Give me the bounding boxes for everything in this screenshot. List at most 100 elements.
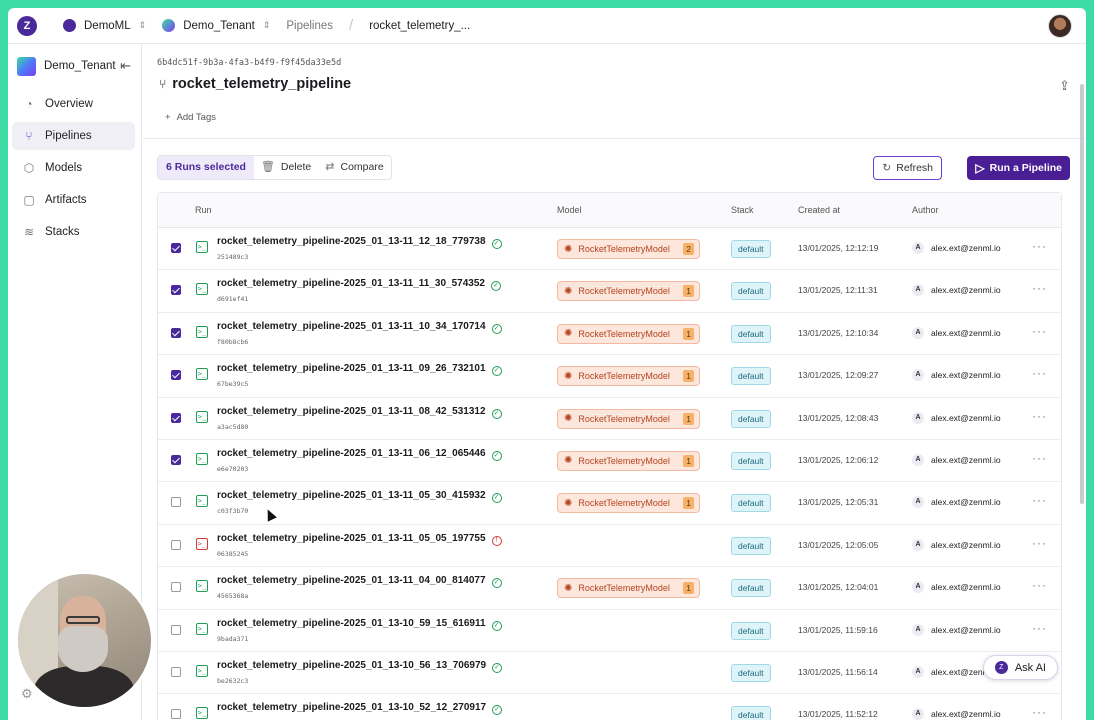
- sidebar-item-models[interactable]: ⬡ Models: [12, 154, 135, 182]
- more-options-icon[interactable]: ···: [1032, 239, 1047, 253]
- ask-ai-button[interactable]: Z Ask AI: [982, 655, 1058, 680]
- row-checkbox[interactable]: [171, 454, 181, 465]
- model-badge[interactable]: ✺ RocketTelemetryModel 2: [557, 239, 700, 259]
- table-row[interactable]: >_ rocket_telemetry_pipeline-2025_01_13-1…: [158, 270, 1061, 313]
- row-checkbox[interactable]: [171, 624, 181, 635]
- delete-button[interactable]: 🗑 Delete: [254, 156, 318, 179]
- collapse-sidebar-icon[interactable]: ⇤: [120, 58, 131, 74]
- scrollbar[interactable]: [1080, 84, 1084, 504]
- stack-badge[interactable]: default: [731, 367, 771, 386]
- more-options-icon[interactable]: ···: [1032, 281, 1047, 295]
- table-row[interactable]: >_ rocket_telemetry_pipeline-2025_01_13-1…: [158, 652, 1061, 695]
- breadcrumb-current: / rocket_telemetry_...: [349, 17, 470, 34]
- stack-badge[interactable]: default: [731, 282, 771, 301]
- author-email: alex.ext@zenml.io: [931, 539, 1001, 550]
- user-avatar[interactable]: [1048, 14, 1072, 38]
- run-name-link[interactable]: rocket_telemetry_pipeline-2025_01_13-11_…: [217, 490, 502, 504]
- sidebar-item-artifacts[interactable]: ▢ Artifacts: [12, 186, 135, 214]
- model-badge[interactable]: ✺ RocketTelemetryModel 1: [557, 578, 700, 599]
- run-name-link[interactable]: rocket_telemetry_pipeline-2025_01_13-11_…: [217, 236, 502, 249]
- more-options-icon[interactable]: ···: [1032, 578, 1047, 592]
- table-row[interactable]: >_ rocket_telemetry_pipeline-2025_01_13-1…: [158, 355, 1061, 398]
- model-badge[interactable]: ✺ RocketTelemetryModel 1: [557, 408, 700, 429]
- sidebar-item-pipelines[interactable]: ⑂ Pipelines: [12, 122, 135, 150]
- model-badge[interactable]: ✺ RocketTelemetryModel 1: [557, 323, 700, 344]
- ask-ai-label: Ask AI: [1014, 661, 1046, 674]
- column-run[interactable]: Run: [195, 205, 212, 215]
- stack-badge[interactable]: default: [731, 706, 771, 720]
- table-row[interactable]: >_ rocket_telemetry_pipeline-2025_01_13-1…: [158, 440, 1061, 483]
- column-stack[interactable]: Stack: [731, 205, 754, 215]
- more-options-icon[interactable]: ···: [1032, 705, 1047, 719]
- author: Aalex.ext@zenml.io: [912, 326, 1001, 339]
- run-name-link[interactable]: rocket_telemetry_pipeline-2025_01_13-11_…: [217, 448, 502, 461]
- more-options-icon[interactable]: ···: [1032, 324, 1047, 338]
- run-name-link[interactable]: rocket_telemetry_pipeline-2025_01_13-10_…: [217, 660, 503, 673]
- more-options-icon[interactable]: ···: [1032, 536, 1047, 550]
- run-name-link[interactable]: rocket_telemetry_pipeline-2025_01_13-11_…: [217, 406, 502, 419]
- row-checkbox[interactable]: [171, 285, 181, 296]
- add-tags-button[interactable]: + Add Tags: [165, 112, 222, 123]
- stack-badge[interactable]: default: [731, 621, 771, 640]
- column-model[interactable]: Model: [557, 205, 582, 215]
- table-row[interactable]: >_ rocket_telemetry_pipeline-2025_01_13-1…: [158, 313, 1061, 356]
- breadcrumb-section[interactable]: Pipelines: [286, 20, 333, 32]
- row-checkbox[interactable]: [171, 370, 181, 381]
- stack-badge[interactable]: default: [731, 240, 771, 258]
- overview-icon: ◔: [25, 97, 33, 111]
- table-row[interactable]: >_ rocket_telemetry_pipeline-2025_01_13-1…: [158, 694, 1061, 720]
- run-name-link[interactable]: rocket_telemetry_pipeline-2025_01_13-11_…: [217, 278, 501, 292]
- column-created-at[interactable]: Created at: [798, 205, 840, 215]
- model-badge[interactable]: ✺ RocketTelemetryModel 1: [557, 366, 700, 387]
- table-row[interactable]: >_ rocket_telemetry_pipeline-2025_01_13-1…: [158, 525, 1061, 568]
- sidebar-item-label: Models: [45, 162, 83, 174]
- table-row[interactable]: >_ rocket_telemetry_pipeline-2025_01_13-1…: [158, 567, 1061, 610]
- share-icon[interactable]: ⇪: [1059, 78, 1070, 94]
- model-badge[interactable]: ✺ RocketTelemetryModel 1: [557, 450, 700, 471]
- refresh-button[interactable]: ↻ Refresh: [873, 156, 942, 180]
- row-checkbox[interactable]: [171, 666, 181, 677]
- row-checkbox[interactable]: [171, 412, 181, 423]
- table-row[interactable]: >_ rocket_telemetry_pipeline-2025_01_13-1…: [158, 482, 1061, 525]
- more-options-icon[interactable]: ···: [1032, 451, 1047, 465]
- table-row[interactable]: >_ rocket_telemetry_pipeline-2025_01_13-1…: [158, 398, 1061, 440]
- run-name-link[interactable]: rocket_telemetry_pipeline-2025_01_13-10_…: [217, 618, 502, 631]
- stack-badge[interactable]: default: [731, 409, 771, 428]
- sidebar-item-overview[interactable]: ◔ Overview: [12, 90, 135, 118]
- row-checkbox[interactable]: [171, 709, 181, 720]
- run-name-link[interactable]: rocket_telemetry_pipeline-2025_01_13-11_…: [217, 363, 502, 377]
- model-badge[interactable]: ✺ RocketTelemetryModel 1: [557, 493, 700, 514]
- table-row[interactable]: >_ rocket_telemetry_pipeline-2025_01_13-1…: [158, 610, 1061, 652]
- more-options-icon[interactable]: ···: [1032, 621, 1047, 635]
- row-checkbox[interactable]: [171, 582, 181, 593]
- breadcrumb-tenant[interactable]: Demo_Tenant ⇕: [162, 19, 286, 32]
- model-badge[interactable]: ✺ RocketTelemetryModel 1: [557, 281, 700, 302]
- table-row[interactable]: >_ rocket_telemetry_pipeline-2025_01_13-1…: [158, 228, 1061, 271]
- compare-button[interactable]: ⇄ Compare: [318, 156, 390, 179]
- run-name-link[interactable]: rocket_telemetry_pipeline-2025_01_13-11_…: [217, 321, 502, 334]
- model-version: 1: [683, 285, 694, 298]
- row-checkbox[interactable]: [171, 327, 181, 338]
- run-name-link[interactable]: rocket_telemetry_pipeline-2025_01_13-10_…: [217, 702, 503, 716]
- row-checkbox[interactable]: [171, 497, 181, 508]
- more-options-icon[interactable]: ···: [1032, 493, 1047, 507]
- more-options-icon[interactable]: ···: [1032, 409, 1047, 423]
- more-options-icon[interactable]: ···: [1032, 366, 1047, 380]
- stack-badge[interactable]: default: [731, 536, 771, 555]
- stack-badge[interactable]: default: [731, 494, 771, 513]
- stack-badge[interactable]: default: [731, 324, 771, 343]
- run-name-link[interactable]: rocket_telemetry_pipeline-2025_01_13-11_…: [217, 533, 502, 546]
- breadcrumb-org[interactable]: DemoML ⇕: [63, 19, 162, 32]
- run-pipeline-button[interactable]: ▷ Run a Pipeline: [967, 156, 1070, 180]
- sidebar-item-stacks[interactable]: ≋ Stacks: [12, 218, 135, 246]
- stack-badge[interactable]: default: [731, 451, 771, 470]
- row-checkbox[interactable]: [171, 539, 181, 550]
- stack-badge[interactable]: default: [731, 663, 771, 682]
- sidebar-tenant[interactable]: Demo_Tenant ⇤: [8, 44, 141, 88]
- zenml-logo-icon[interactable]: Z: [17, 15, 37, 36]
- stack-badge[interactable]: default: [731, 579, 771, 598]
- author-email: alex.ext@zenml.io: [931, 582, 1001, 593]
- column-author[interactable]: Author: [912, 205, 939, 215]
- run-name-link[interactable]: rocket_telemetry_pipeline-2025_01_13-11_…: [217, 575, 502, 589]
- row-checkbox[interactable]: [171, 243, 181, 253]
